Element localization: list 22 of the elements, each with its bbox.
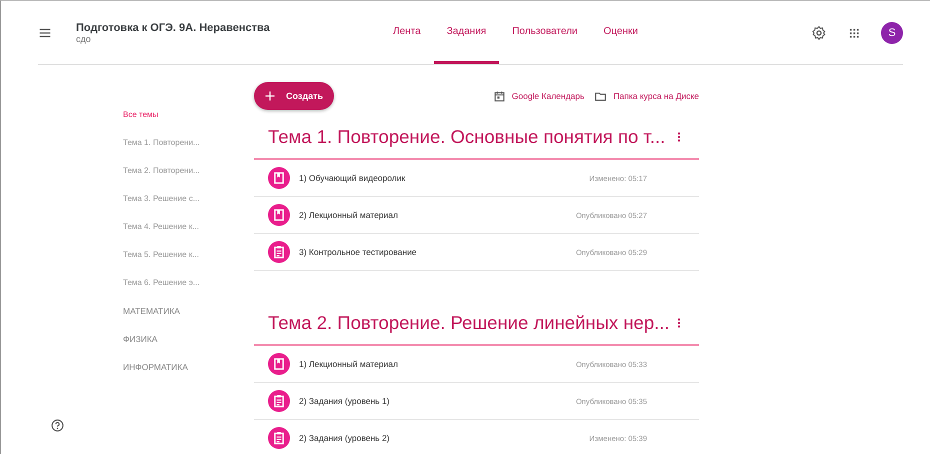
item-title[interactable]: 1) Лекционный материал (299, 359, 398, 369)
item-title[interactable]: 3) Контрольное тестирование (299, 247, 417, 257)
tab[interactable]: Задания (434, 2, 500, 64)
tab[interactable]: Лента (380, 2, 434, 64)
sidebar-item[interactable]: ФИЗИКА (123, 334, 253, 362)
sidebar-item[interactable]: ИНФОРМАТИКА (123, 362, 253, 390)
tab[interactable]: Пользователи (499, 2, 590, 64)
topic-title: Тема 1. Повторение. Основные понятия по т... (268, 126, 666, 148)
avatar[interactable]: S (881, 22, 903, 44)
item-title[interactable]: 2) Задания (уровень 1) (299, 396, 390, 406)
item-title[interactable]: 2) Лекционный материал (299, 210, 398, 220)
sidebar-item[interactable]: Все темы (123, 110, 253, 138)
link[interactable]: Google Календарь (492, 90, 584, 102)
topic-title: Тема 2. Повторение. Решение линейных нер... (268, 312, 670, 334)
course-title: Подготовка к ОГЭ. 9А. Неравенства (76, 22, 271, 34)
sidebar-item[interactable]: МАТЕМАТИКА (123, 306, 253, 334)
create-button[interactable]: Создать (254, 82, 334, 110)
course-subtitle: сдо (76, 34, 92, 44)
link[interactable]: Папка курса на Диске (594, 90, 699, 102)
tab[interactable]: Оценки (590, 2, 651, 64)
item-title[interactable]: 2) Задания (уровень 2) (299, 433, 390, 443)
item-title[interactable]: 1) Обучающий видеоролик (299, 173, 406, 183)
